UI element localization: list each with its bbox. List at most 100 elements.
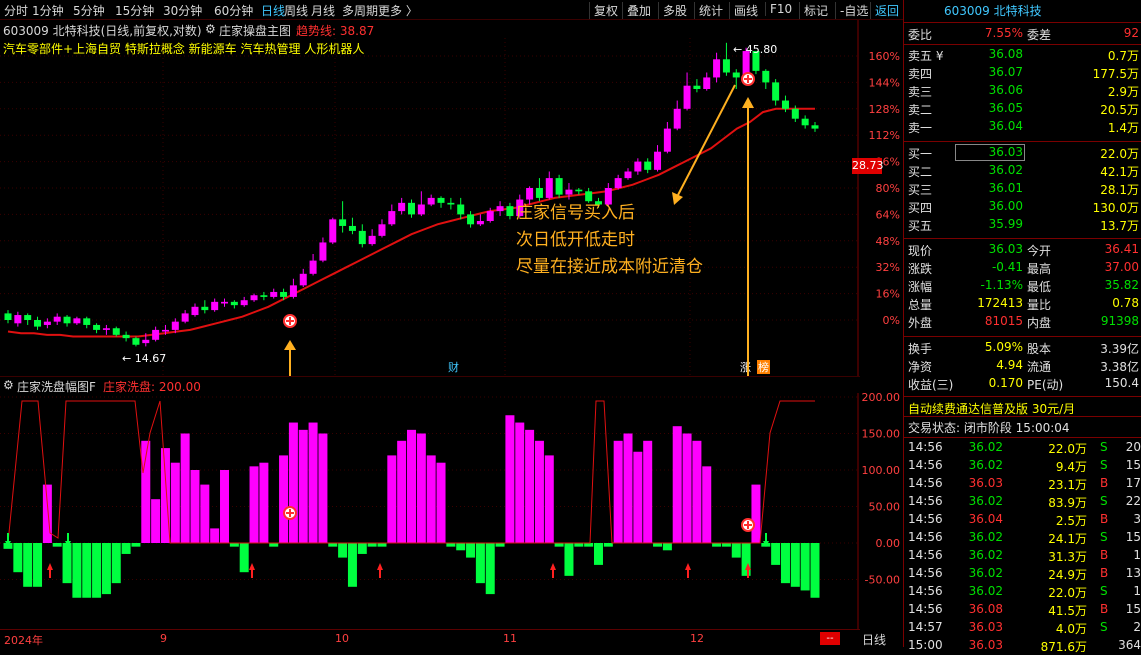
tick-count: 15 [1125,602,1141,616]
weibi-value: 7.55% [984,26,1023,40]
candle-body [83,318,91,325]
candle-body [722,59,730,73]
period-label[interactable]: 日线 [862,631,886,648]
tick-time: 14:56 [908,458,943,472]
tick-price: 36.02 [968,494,1003,508]
indicator-bar [397,440,407,543]
settings-icon[interactable]: ⚙ [3,378,14,392]
candle-body [191,306,199,316]
trade-status: 交易状态: 闭市阶段 15:00:04 [908,421,1070,435]
tick-price: 36.03 [968,638,1003,652]
ask-level: 卖一 [908,121,933,135]
tick-count: 2 [1133,620,1141,634]
indicator-bar [328,543,338,547]
candle-body [171,321,179,330]
candle-body [624,171,632,179]
indicator-bar [229,543,239,547]
stat-value: -1.13% [980,278,1023,292]
finance-marker[interactable]: 财 [448,360,459,374]
stat-value: 4.94 [996,358,1023,372]
candle-body [329,219,337,243]
indicator-bar [564,543,574,576]
stat-label: 收益(三) [908,378,954,392]
ask-level: 卖四 [908,67,933,81]
tick-price: 36.03 [968,620,1003,634]
candle-body [467,214,475,225]
candle-body [811,125,819,129]
indicator-bar [62,543,72,584]
tick-time: 14:56 [908,494,943,508]
stat-label: 净资 [908,360,933,374]
tick-side: B [1100,476,1109,490]
red-tag: -- [820,632,840,645]
tick-volume: 4.0万 [1055,622,1087,636]
candle-body [388,211,396,225]
indicator-chart[interactable]: 200.00 150.00 100.00 50.00 0.00 -50.00 [0,393,903,629]
annotation-line: 尽量在接近成本附近清仓 [516,257,703,277]
candle-body [289,285,297,297]
candle-body [772,82,780,101]
indicator-bar [800,543,810,591]
bid-level: 买四 [908,201,933,215]
limit-up-marker[interactable]: 涨 [740,361,751,374]
tick-price: 36.02 [968,440,1003,454]
candle-body [348,225,356,231]
candle-body [63,316,71,324]
tick-count: 364 [1118,638,1141,652]
tick-side: B [1100,566,1109,580]
tick-time: 14:56 [908,476,943,490]
weicha-value: 92 [1123,26,1139,40]
stat-label: 股本 [1027,342,1052,356]
tick-count: 1 [1133,584,1141,598]
bid-level: 买一 [908,147,933,161]
candle-body [634,161,642,172]
candle-body [260,295,268,297]
stat-label: 现价 [908,244,933,258]
indicator-bar [288,422,298,543]
ranking-marker[interactable]: 榜 [758,360,769,374]
stat-value: 0.78 [1112,296,1139,310]
candle-body [575,189,583,192]
tick-time: 14:56 [908,566,943,580]
price-axis-label: 32% [876,261,900,274]
indicator-bar [741,543,751,576]
indicator-bar [426,455,436,543]
candlestick-chart[interactable]: 160%144%128%112%96%80%64%48%32%16%0%← 45… [0,0,903,376]
tick-volume: 9.4万 [1055,460,1087,474]
indicator-bar [456,543,466,551]
indicator-bar [672,426,682,543]
candle-body [535,188,543,198]
candle-body [565,189,573,195]
price-axis-label: 0% [883,314,900,327]
indicator-bar [121,543,131,554]
indicator-bar [338,543,348,558]
candle-body [93,324,101,330]
indicator-axis-label: 50.00 [869,501,901,514]
candle-body [545,178,553,198]
tick-price: 36.04 [968,512,1003,526]
bid-level: 买五 [908,219,933,233]
ask-price: 36.06 [988,83,1023,97]
indicator-bar [505,415,515,543]
stat-value: 35.82 [1104,278,1139,292]
tick-time: 14:56 [908,530,943,544]
indicator-axis-label: 200.00 [862,393,901,404]
tick-price: 36.02 [968,530,1003,544]
indicator-bar [653,543,663,547]
tick-side: S [1100,584,1108,598]
indicator-title-bar: ⚙ 庄家洗盘幅图F 庄家洗盘: 200.00 [0,376,860,394]
candle-body [4,313,12,320]
indicator-bar [751,484,761,543]
price-axis-label: 112% [869,129,900,142]
tick-count: 13 [1125,566,1141,580]
ask-price: 36.05 [988,101,1023,115]
candle-body [663,128,671,152]
candle-body [486,211,494,221]
selected-bid-box[interactable] [955,144,1025,161]
candle-body [358,230,366,245]
candle-body [398,202,406,212]
candle-body [476,221,484,225]
stat-label: 换手 [908,342,933,356]
indicator-bar [712,543,722,547]
candle-body [713,59,721,78]
